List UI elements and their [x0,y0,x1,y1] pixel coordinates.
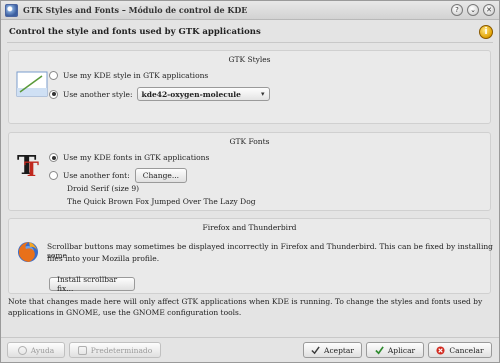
title-bar[interactable]: GTK Styles and Fonts – Módulo de control… [1,1,499,20]
help-button-label: Ayuda [30,345,55,355]
help-button[interactable]: Ayuda [7,342,65,358]
use-kde-style-label: Use my KDE style in GTK applications [63,71,209,80]
svg-text:T: T [24,157,39,178]
use-kde-fonts-option[interactable]: Use my KDE fonts in GTK applications [49,153,209,162]
accept-button-label: Aceptar [324,345,354,355]
gtk-styles-group: GTK Styles Use my KDE style in GTK appli… [8,50,491,124]
minimize-button[interactable]: ⌄ [467,4,479,16]
chevron-down-icon: ▾ [261,90,265,98]
use-kde-style-option[interactable]: Use my KDE style in GTK applications [49,71,208,80]
apply-button-label: Aplicar [387,345,416,355]
apply-button[interactable]: Aplicar [366,342,424,358]
use-another-font-radio[interactable] [49,171,58,180]
note-line2: applications in GNOME, use the GNOME con… [8,308,242,317]
use-another-font-option[interactable]: Use another font: Change... [49,168,187,183]
selected-font-name: Droid Serif (size 9) [67,184,140,193]
apply-check-icon [375,345,384,354]
firefox-icon [18,242,38,262]
note-line1: Note that changes made here will only af… [8,297,483,306]
use-another-style-label: Use another style: [63,89,133,99]
cancel-button-label: Cancelar [449,345,484,355]
use-kde-style-radio[interactable] [49,71,58,80]
use-another-style-radio[interactable] [49,89,58,99]
checkmark-icon [311,345,320,354]
info-icon[interactable]: i [479,24,493,39]
install-scrollbar-fix-button[interactable]: Install scrollbar fix... [49,275,135,293]
dialog-button-bar: Ayuda Predeterminado Aceptar Aplicar Can… [1,337,499,361]
app-icon [5,3,18,17]
help-icon [17,345,27,355]
firefox-thunderbird-title: Firefox and Thunderbird [202,223,297,232]
kde-control-module-window: GTK Styles and Fonts – Módulo de control… [0,0,500,363]
gtk-styles-title: GTK Styles [228,55,271,64]
accept-button[interactable]: Aceptar [303,342,362,358]
style-preview-icon [16,71,48,97]
module-header-title: Control the style and fonts used by GTK … [9,26,261,37]
use-another-font-label: Use another font: [63,171,130,180]
style-select-value: kde42-oxygen-molecule [141,89,241,99]
help-window-button[interactable]: ? [451,4,463,16]
use-kde-fonts-label: Use my KDE fonts in GTK applications [63,153,210,162]
cancel-icon [436,345,445,355]
change-font-button[interactable]: Change... [134,168,187,183]
font-sample-text: The Quick Brown Fox Jumped Over The Lazy… [67,197,256,206]
firefox-message-line2: files into your Mozilla profile. [47,254,160,263]
close-button[interactable]: ✕ [483,4,495,16]
firefox-thunderbird-group: Firefox and Thunderbird Scrollbar button… [8,218,493,294]
use-another-style-option[interactable]: Use another style: kde42-oxygen-molecule… [49,87,270,101]
defaults-button[interactable]: Predeterminado [69,342,161,358]
gtk-fonts-title: GTK Fonts [229,137,270,146]
module-header: Control the style and fonts used by GTK … [7,21,493,43]
style-select[interactable]: kde42-oxygen-molecule ▾ [136,87,270,101]
defaults-button-label: Predeterminado [90,345,153,355]
gtk-fonts-group: GTK Fonts T T Use my KDE fonts in GTK ap… [8,132,491,211]
cancel-button[interactable]: Cancelar [428,342,492,358]
defaults-icon [77,345,87,355]
font-icon: T T [17,151,39,178]
window-title: GTK Styles and Fonts – Módulo de control… [23,5,248,15]
use-kde-fonts-radio[interactable] [49,153,58,162]
